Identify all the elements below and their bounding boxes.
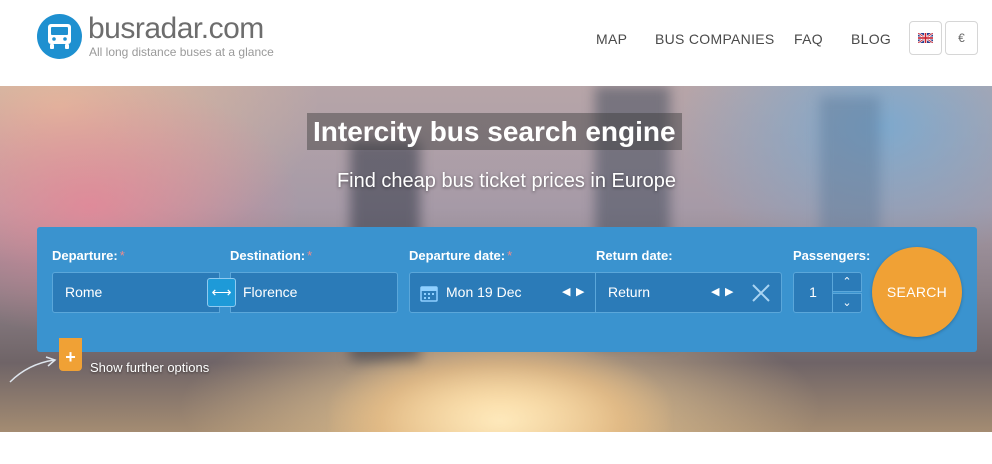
hint-arrow-icon [9, 356, 57, 383]
clear-return-icon[interactable] [751, 283, 771, 303]
next-day-icon[interactable]: ▶ [576, 273, 584, 312]
required-marker: * [507, 248, 513, 263]
currency-button[interactable]: € [945, 21, 978, 55]
background-road-lights [330, 341, 670, 432]
site-header: busradar.com All long distance buses at … [0, 0, 992, 86]
next-day-icon[interactable]: ▶ [725, 273, 733, 312]
nav-bus-companies-link[interactable]: BUS COMPANIES [655, 31, 775, 47]
passengers-label: Passengers: [793, 248, 871, 263]
decrement-passengers-button[interactable]: ⌄ [832, 293, 862, 313]
departure-input[interactable]: Rome [52, 272, 220, 313]
nav-blog-link[interactable]: BLOG [851, 31, 891, 47]
return-date-placeholder: Return [608, 284, 651, 300]
departure-label: Departure: * [52, 248, 125, 263]
return-date-label: Return date: [596, 248, 673, 263]
uk-flag-icon [918, 33, 933, 43]
required-marker: * [307, 248, 313, 263]
hero-title: Intercity bus search engine [307, 113, 682, 150]
previous-day-icon[interactable]: ◀ [711, 273, 719, 312]
hero-section: Intercity bus search engine Find cheap b… [0, 86, 992, 432]
departure-date-value: Mon 19 Dec [446, 284, 522, 300]
nav-map-link[interactable]: MAP [596, 31, 627, 47]
increment-passengers-button[interactable]: ⌃ [832, 272, 862, 292]
hero-subtitle: Find cheap bus ticket prices in Europe [336, 170, 677, 192]
nav-faq-link[interactable]: FAQ [794, 31, 823, 47]
departure-date-input[interactable]: Mon 19 Dec ◀ ▶ [409, 272, 596, 313]
logo-tagline: All long distance buses at a glance [89, 45, 274, 59]
passengers-input[interactable]: 1 [793, 272, 833, 313]
language-button[interactable] [909, 21, 942, 55]
show-further-options-link[interactable]: Show further options [90, 360, 209, 375]
plus-icon[interactable]: + [59, 338, 82, 371]
logo-wordmark[interactable]: busradar.com [88, 14, 264, 44]
destination-label: Destination: * [230, 248, 313, 263]
swap-arrows-icon[interactable]: ⟷ [207, 278, 236, 307]
search-panel: Departure: * Destination: * Departure date… [37, 227, 977, 352]
bus-logo-icon[interactable] [37, 14, 82, 59]
previous-day-icon[interactable]: ◀ [562, 273, 570, 312]
destination-input[interactable]: Florence [230, 272, 398, 313]
departure-date-label: Departure date: * [409, 248, 513, 263]
required-marker: * [119, 248, 125, 263]
search-button[interactable]: SEARCH [872, 247, 962, 337]
calendar-icon [420, 286, 438, 302]
return-date-input[interactable]: Return ◀ ▶ [595, 272, 782, 313]
